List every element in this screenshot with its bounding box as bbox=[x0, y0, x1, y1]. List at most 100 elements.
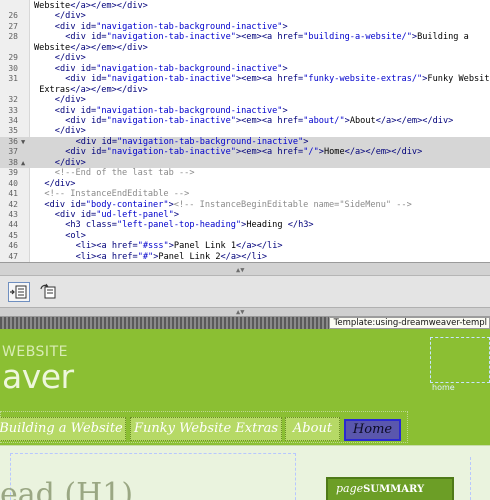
code-token: href= bbox=[111, 251, 138, 262]
design-view[interactable]: Template:using-dreamweaver-templ WEBSITE… bbox=[0, 317, 490, 500]
code-line[interactable]: 34 <div id="navigation-tab-inactive"><em>… bbox=[0, 116, 490, 126]
code-token: href= bbox=[277, 74, 304, 85]
code-line[interactable]: 26 </div> bbox=[0, 11, 490, 21]
code-text: <!--End of the last tab --> bbox=[55, 168, 195, 178]
code-token: <div bbox=[65, 147, 92, 158]
code-line[interactable]: 30 <div id="navigation-tab-background-ina… bbox=[0, 64, 490, 74]
code-line[interactable]: 28 <div id="navigation-tab-inactive"><em>… bbox=[0, 32, 490, 42]
template-label[interactable]: Template:using-dreamweaver-templ bbox=[328, 317, 490, 329]
code-text: <div id="navigation-tab-background-inact… bbox=[76, 137, 309, 147]
side-heading-prefix: page bbox=[336, 482, 364, 495]
nav-tab-funky-website-extras[interactable]: Funky Website Extras bbox=[130, 417, 282, 441]
code-line[interactable]: 31 <div id="navigation-tab-inactive"><em>… bbox=[0, 74, 490, 84]
line-number: 34 bbox=[8, 115, 18, 125]
code-token: "#sss" bbox=[137, 241, 169, 252]
code-line[interactable]: 29 </div> bbox=[0, 53, 490, 63]
code-token: class= bbox=[85, 220, 117, 231]
code-line[interactable]: 42 <div id="body-container"><!-- Instance… bbox=[0, 200, 490, 210]
code-token: id= bbox=[91, 32, 107, 43]
code-line[interactable]: 43 <div id="ud-left-panel"> bbox=[0, 210, 490, 220]
code-token: <li><a bbox=[75, 241, 112, 252]
code-token: ><em><a bbox=[235, 32, 278, 43]
line-number: 46 bbox=[8, 241, 18, 251]
grip-icon: ▲▼ bbox=[236, 266, 245, 274]
code-text: <li><a href="#">Panel Link 2</a></li> bbox=[76, 252, 267, 262]
line-number: 39 bbox=[8, 168, 18, 178]
code-token: "navigation-tab-background-inactive" bbox=[117, 136, 304, 147]
line-number: 41 bbox=[8, 189, 18, 199]
code-panel-splitter[interactable]: ▲▼ bbox=[0, 262, 490, 276]
code-token: "/" bbox=[303, 147, 319, 158]
line-number: 36 bbox=[8, 136, 18, 146]
code-view[interactable]: Website</a></em></div> 26 </div> 27 <div id=… bbox=[0, 0, 490, 262]
code-token: ><em><a bbox=[235, 74, 278, 85]
fold-toggle-icon[interactable]: ▲ bbox=[21, 158, 25, 168]
code-token: id= bbox=[80, 210, 97, 220]
code-token: <div bbox=[54, 105, 81, 116]
code-token: "body-container" bbox=[85, 199, 169, 210]
code-line[interactable]: Extras</a></em></div> bbox=[0, 85, 490, 95]
code-token: Website bbox=[34, 1, 71, 11]
line-number: 37 bbox=[8, 147, 18, 157]
indent-icon bbox=[10, 285, 27, 299]
code-token: id= bbox=[91, 74, 107, 85]
home-region-label: home bbox=[432, 383, 455, 392]
code-line[interactable]: 39 <!--End of the last tab --> bbox=[0, 168, 490, 178]
nav-tab-about[interactable]: About bbox=[285, 417, 340, 441]
code-token: </a></em></div> bbox=[70, 42, 148, 53]
line-number: 32 bbox=[8, 95, 18, 105]
code-token: </a></em></div> bbox=[375, 115, 454, 126]
code-token: <div bbox=[65, 115, 92, 126]
code-token: <ol> bbox=[65, 230, 86, 241]
code-text: </div> bbox=[55, 11, 86, 21]
code-token: "#" bbox=[137, 251, 154, 262]
code-line[interactable]: 33 <div id="navigation-tab-background-ina… bbox=[0, 106, 490, 116]
code-token: Panel Link 1 bbox=[173, 241, 237, 252]
code-token: <div bbox=[65, 74, 92, 85]
code-token: id= bbox=[91, 147, 107, 158]
code-token: > bbox=[303, 136, 309, 147]
code-text: Website</a></em></div> bbox=[34, 43, 148, 53]
code-text: <div id="navigation-tab-inactive"><em><a… bbox=[65, 74, 490, 84]
page-heading[interactable]: ead (H1) bbox=[0, 477, 133, 500]
code-token: <li><a bbox=[75, 251, 112, 262]
code-text: </div> bbox=[55, 53, 86, 63]
code-token: Home bbox=[323, 147, 345, 158]
code-line[interactable]: 32 </div> bbox=[0, 95, 490, 105]
code-text: <div id="ud-left-panel"> bbox=[55, 210, 179, 220]
code-token: </a></em></div> bbox=[70, 1, 148, 11]
code-token: <div bbox=[54, 210, 81, 220]
refresh-design-button[interactable] bbox=[38, 282, 60, 302]
code-line[interactable]: 36 ▼ <div id="navigation-tab-background-in… bbox=[0, 136, 490, 148]
code-line[interactable]: 38 ▲ </div> bbox=[0, 157, 490, 169]
side-summary-heading[interactable]: pageSUMMARY bbox=[336, 482, 424, 495]
code-line[interactable]: Website</a></em></div> bbox=[0, 1, 490, 11]
code-line[interactable]: 45 <ol> bbox=[0, 231, 490, 241]
home-region-outline bbox=[430, 337, 490, 383]
nav-tab-building-a-website[interactable]: Building a Website bbox=[0, 417, 126, 441]
code-token: id= bbox=[80, 105, 97, 116]
code-token: <div bbox=[75, 136, 102, 147]
code-line[interactable]: 37 <div id="navigation-tab-inactive"><em>… bbox=[0, 147, 490, 158]
fold-toggle-icon[interactable]: ▼ bbox=[21, 137, 25, 147]
line-number: 42 bbox=[8, 199, 18, 209]
code-line[interactable]: 40 </div> bbox=[0, 179, 490, 189]
code-line[interactable]: 41 <!-- InstanceEndEditable --> bbox=[0, 189, 490, 199]
code-token: "ud-left-panel" bbox=[96, 210, 174, 220]
code-toolbar bbox=[0, 276, 490, 308]
code-line[interactable]: 27 <div id="navigation-tab-background-ina… bbox=[0, 22, 490, 32]
code-token: ><em><a bbox=[235, 115, 278, 126]
code-line[interactable]: 47 <li><a href="#">Panel Link 2</a></li> bbox=[0, 252, 490, 262]
code-token: </h3> bbox=[287, 220, 314, 231]
code-line[interactable]: 44 <h3 class="left-panel-top-heading">Hea… bbox=[0, 220, 490, 230]
design-panel-splitter[interactable]: ▲▼ bbox=[0, 308, 490, 317]
line-number: 40 bbox=[8, 178, 18, 188]
side-heading-suffix: SUMMARY bbox=[363, 484, 425, 495]
code-navigator-button[interactable] bbox=[8, 282, 30, 302]
code-line[interactable]: 46 <li><a href="#sss">Panel Link 1</a></l… bbox=[0, 241, 490, 251]
grip-icon: ▲▼ bbox=[236, 308, 245, 316]
code-text: <div id="navigation-tab-background-inact… bbox=[55, 106, 288, 116]
code-line[interactable]: 35 </div> bbox=[0, 126, 490, 136]
nav-tab-home[interactable]: Home bbox=[344, 419, 401, 441]
code-line[interactable]: Website</a></em></div> bbox=[0, 43, 490, 53]
